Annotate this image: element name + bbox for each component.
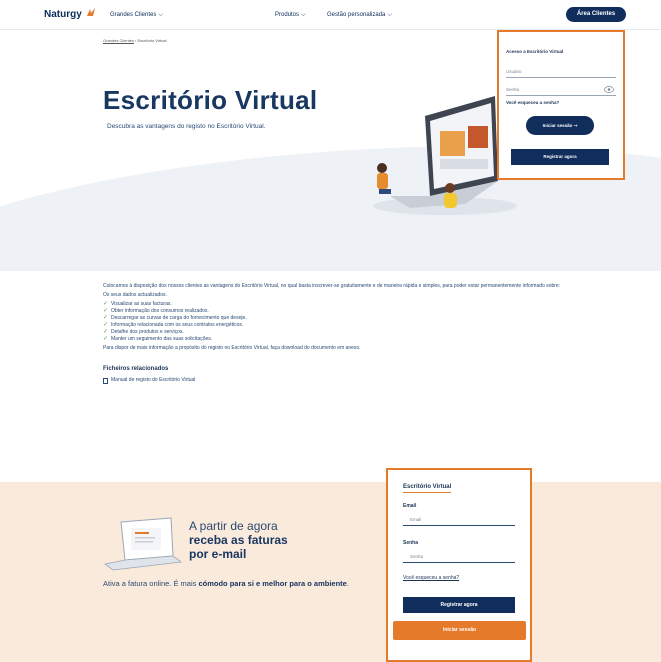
chevron-down-icon: ⌵ [158,12,163,18]
list-item: ✓ Detalhe dos produtos e serviços. [103,329,184,335]
main-content: Colocamos à disposição dos nossos client… [103,283,563,384]
email-field[interactable]: Email [403,514,515,526]
password-field[interactable]: Senha [506,84,616,96]
breadcrumb-current: Escritório Virtual [137,38,167,43]
naturgy-logo[interactable]: Naturgy [44,9,82,20]
list-item: ✓ Visualizar as suas facturas. [103,301,172,307]
nav-produtos[interactable]: Produtos ⌵ [275,12,306,19]
eye-icon[interactable] [604,86,614,93]
related-files-heading: Ficheiros relacionados [103,366,169,372]
promo-band [0,482,661,662]
benefits-list: ✓ Visualizar as suas facturas. ✓ Obter inf… [103,301,563,343]
login-button[interactable]: Iniciar sessão ⇾ [526,116,594,135]
login-panel-bottom: Escritório Virtual Email Email Senha Sen… [386,468,532,662]
list-item: ✓ Manter um seguimento das suas solicitaç… [103,336,213,342]
password-field[interactable]: Senha [403,551,515,563]
nav-grandes-clientes[interactable]: Grandes Clientes ⌵ [110,12,163,19]
checkmark-icon: ✓ [103,336,109,342]
nav-gestao-personalizada[interactable]: Gestão personalizada ⌵ [327,12,392,19]
area-clientes-button[interactable]: Área Clientes [566,7,626,22]
arrow-icon: ⇾ [573,123,578,128]
intro-text: Colocamos à disposição dos nossos client… [103,283,561,289]
email-label: Email [403,503,417,509]
breadcrumb-link-grandes-clientes[interactable]: Grandes Clientes [103,38,134,43]
promo-line-1: A partir de agora [189,519,278,533]
top-navigation-bar: Naturgy Grandes Clientes ⌵ Produtos ⌵ Gest… [0,0,661,30]
document-icon [103,378,108,384]
checkmark-icon: ✓ [103,322,109,328]
laptop-invoice-illustration [104,517,183,571]
login-button[interactable]: Iniciar sessão [393,621,526,640]
list-item: ✓ Obter informação dos consumos realizado… [103,308,209,314]
promo-line-3: por e-mail [189,547,247,561]
promo-description: Ativa a fatura online. É mais cómodo par… [103,579,349,588]
list-item: ✓ Descarregar as curvas de carga do forne… [103,315,247,321]
checkmark-icon: ✓ [103,301,109,307]
forgot-password-link[interactable]: Você esqueceu a senha? [506,100,559,105]
forgot-password-link[interactable]: Você esqueceu a senha? [403,575,459,581]
password-label: Senha [403,540,419,546]
breadcrumb: Grandes Clientes › Escritório Virtual [103,38,167,43]
page-subtitle: Descubra as vantagens do registo no Escr… [107,123,266,130]
login-panel-top: Acesso a Escritório Virtual Usuário Senh… [497,30,625,180]
login-panel-title: Escritório Virtual [403,484,452,493]
username-field[interactable]: Usuário [506,66,616,78]
password-placeholder: Senha [506,87,520,92]
chevron-down-icon: ⌵ [387,12,392,18]
file-download-link[interactable]: Manual de registo do Escritório Virtual [103,377,563,384]
naturgy-logo-mark-icon [87,8,95,16]
page-title: Escritório Virtual [103,85,318,115]
login-panel-title: Acesso a Escritório Virtual [506,49,564,54]
chevron-down-icon: ⌵ [301,12,306,18]
checkmark-icon: ✓ [103,308,109,314]
list-item: ✓ Informação relacionada com os seus cont… [103,322,244,328]
data-line: Os seus dados actualizados. [103,292,167,298]
outro-text: Para dispor de mais informação a propósi… [103,345,361,351]
checkmark-icon: ✓ [103,315,109,321]
register-button[interactable]: Registrar agora [403,597,515,613]
register-button[interactable]: Registrar agora [511,149,609,165]
checkmark-icon: ✓ [103,329,109,335]
promo-line-2: receba as faturas [189,533,288,547]
